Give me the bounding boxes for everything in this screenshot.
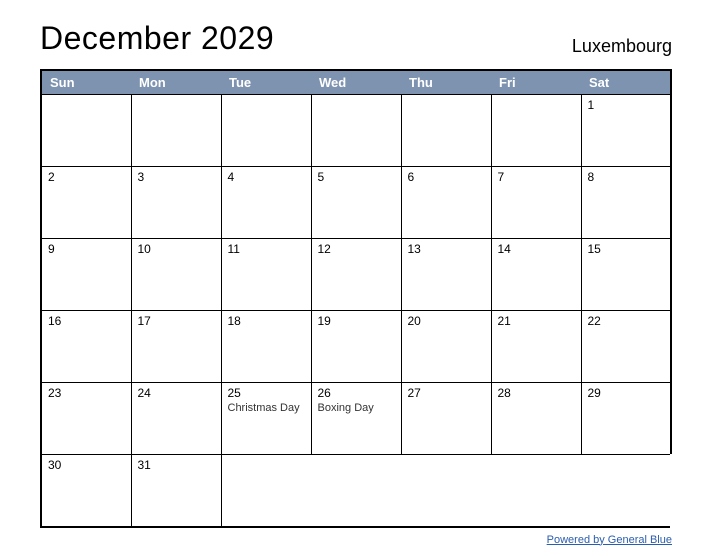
weekday-thu: Thu: [401, 70, 491, 95]
calendar-row: 9 10 11 12 13 14 15: [41, 239, 671, 311]
calendar-cell: [221, 95, 311, 167]
day-number: 31: [138, 458, 215, 472]
calendar-cell: 29: [581, 383, 671, 455]
day-number: 27: [408, 386, 485, 400]
calendar-cell: 30: [41, 455, 131, 527]
calendar-cell: 8: [581, 167, 671, 239]
calendar-cell: 7: [491, 167, 581, 239]
holiday-label: Christmas Day: [228, 402, 305, 414]
weekday-mon: Mon: [131, 70, 221, 95]
day-number: 12: [318, 242, 395, 256]
calendar-cell: 17: [131, 311, 221, 383]
day-number: 23: [48, 386, 125, 400]
calendar-grid: Sun Mon Tue Wed Thu Fri Sat 123456789101…: [40, 69, 672, 528]
calendar-cell: 15: [581, 239, 671, 311]
calendar-cell: 9: [41, 239, 131, 311]
day-number: 20: [408, 314, 485, 328]
calendar-cell: 10: [131, 239, 221, 311]
calendar-cell: 2: [41, 167, 131, 239]
calendar-cell: [491, 95, 581, 167]
day-number: 7: [498, 170, 575, 184]
calendar-cell: [401, 95, 491, 167]
day-number: 21: [498, 314, 575, 328]
calendar-cell: 16: [41, 311, 131, 383]
calendar-cell: 26 Boxing Day: [311, 383, 401, 455]
calendar-row: 1: [41, 95, 671, 167]
day-number: 1: [588, 98, 665, 112]
weekday-wed: Wed: [311, 70, 401, 95]
calendar-cell: 19: [311, 311, 401, 383]
day-number: 4: [228, 170, 305, 184]
day-number: 16: [48, 314, 125, 328]
weekday-sun: Sun: [41, 70, 131, 95]
weekday-fri: Fri: [491, 70, 581, 95]
calendar-cell: 23: [41, 383, 131, 455]
calendar-cell: 4: [221, 167, 311, 239]
day-number: 6: [408, 170, 485, 184]
weekday-header-row: Sun Mon Tue Wed Thu Fri Sat: [41, 70, 671, 95]
calendar-cell: [311, 95, 401, 167]
calendar-cell: 6: [401, 167, 491, 239]
calendar-cell: 20: [401, 311, 491, 383]
day-number: 28: [498, 386, 575, 400]
day-number: 30: [48, 458, 125, 472]
calendar-cell: [581, 455, 671, 527]
day-number: 22: [588, 314, 665, 328]
calendar-cell: 11: [221, 239, 311, 311]
calendar-row: 2345678: [41, 167, 671, 239]
day-number: 24: [138, 386, 215, 400]
day-number: 13: [408, 242, 485, 256]
calendar-cell: 3: [131, 167, 221, 239]
day-number: 18: [228, 314, 305, 328]
day-number: 15: [588, 242, 665, 256]
day-number: 10: [138, 242, 215, 256]
weekday-tue: Tue: [221, 70, 311, 95]
calendar-cell: 5: [311, 167, 401, 239]
calendar-cell: 25 Christmas Day: [221, 383, 311, 455]
calendar-cell: [41, 95, 131, 167]
weekday-sat: Sat: [581, 70, 671, 95]
calendar-cell: 31: [131, 455, 221, 527]
footer: Powered by General Blue: [40, 534, 672, 546]
calendar-cell: 27: [401, 383, 491, 455]
calendar-cell: 28: [491, 383, 581, 455]
powered-by-link[interactable]: Powered by General Blue: [547, 534, 672, 546]
calendar-cell: 24: [131, 383, 221, 455]
day-number: 17: [138, 314, 215, 328]
day-number: 3: [138, 170, 215, 184]
day-number: 29: [588, 386, 665, 400]
holiday-label: Boxing Day: [318, 402, 395, 414]
calendar-row: 30 31: [41, 455, 671, 527]
calendar-cell: 12: [311, 239, 401, 311]
day-number: 5: [318, 170, 395, 184]
calendar-row: 16 17 18 19 20 21 22: [41, 311, 671, 383]
calendar-cell: 22: [581, 311, 671, 383]
day-number: 25: [228, 386, 305, 400]
calendar-cell: [221, 455, 311, 527]
day-number: 26: [318, 386, 395, 400]
country-label: Luxembourg: [572, 36, 672, 57]
calendar-cell: 18: [221, 311, 311, 383]
month-year-title: December 2029: [40, 20, 274, 57]
day-number: 8: [588, 170, 665, 184]
calendar-cell: [491, 455, 581, 527]
calendar-cell: 13: [401, 239, 491, 311]
calendar-cell: [401, 455, 491, 527]
calendar-header: December 2029 Luxembourg: [40, 20, 672, 57]
calendar-cell: 14: [491, 239, 581, 311]
day-number: 9: [48, 242, 125, 256]
day-number: 11: [228, 242, 305, 256]
day-number: 14: [498, 242, 575, 256]
day-number: 2: [48, 170, 125, 184]
day-number: 19: [318, 314, 395, 328]
calendar-row: 23 24 25 Christmas Day 26 Boxing Day 27 28 29: [41, 383, 671, 455]
calendar-cell: 21: [491, 311, 581, 383]
calendar-cell: [311, 455, 401, 527]
calendar-cell: 1: [581, 95, 671, 167]
calendar-cell: [131, 95, 221, 167]
